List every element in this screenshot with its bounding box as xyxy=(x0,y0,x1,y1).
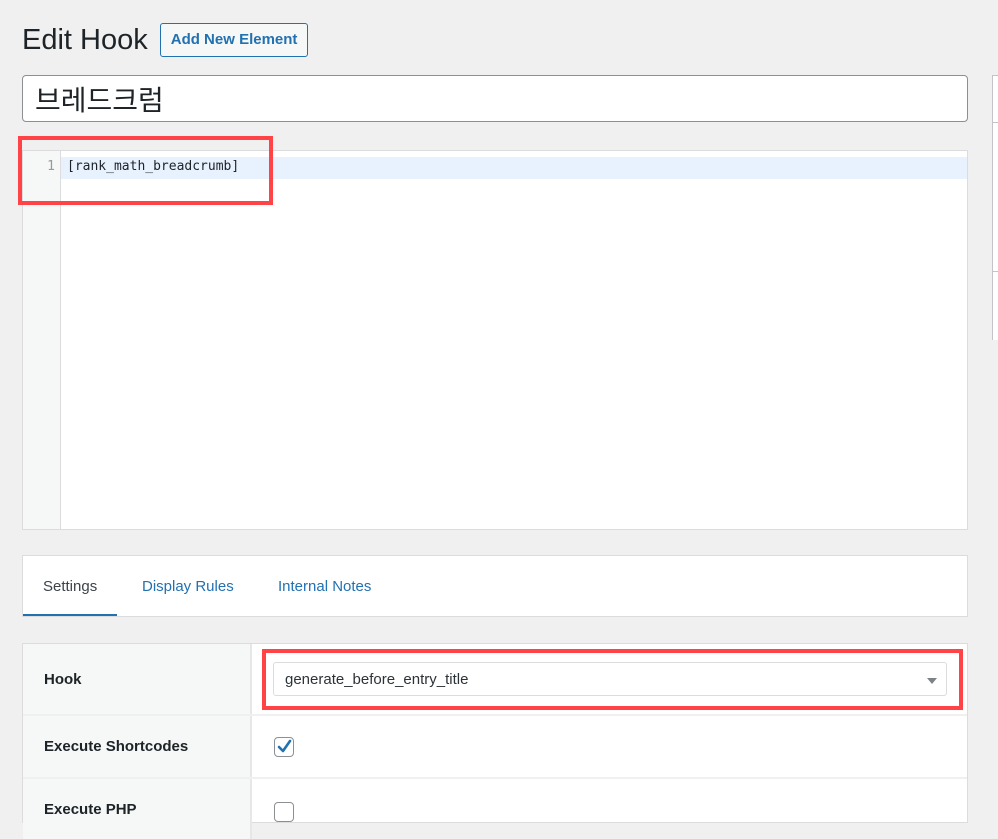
execute-shortcodes-checkbox[interactable] xyxy=(274,737,294,757)
execute-shortcodes-label: Execute Shortcodes xyxy=(23,716,252,777)
page-title: Edit Hook xyxy=(22,24,148,56)
execute-php-label: Execute PHP xyxy=(23,779,252,839)
line-number-gutter: 1 xyxy=(23,151,61,529)
execute-php-checkbox[interactable] xyxy=(274,802,294,822)
page-heading: Edit Hook Add New Element xyxy=(22,22,309,58)
tab-display-rules[interactable]: Display Rules xyxy=(122,556,254,616)
code-editor[interactable]: 1 [rank_math_breadcrumb] xyxy=(22,150,968,530)
hook-label: Hook xyxy=(23,644,252,714)
post-title-input[interactable] xyxy=(22,75,968,122)
annotation-highlight-box xyxy=(262,649,963,710)
tab-internal-notes[interactable]: Internal Notes xyxy=(258,556,391,616)
metabox-tabs: Settings Display Rules Internal Notes xyxy=(22,555,968,617)
execute-shortcodes-row: Execute Shortcodes xyxy=(23,716,967,777)
annotation-highlight-box xyxy=(18,136,273,205)
sidebar-panel-edge xyxy=(992,75,998,340)
add-new-element-button[interactable]: Add New Element xyxy=(159,23,309,57)
checkmark-icon xyxy=(277,739,292,753)
execute-php-row: Execute PHP xyxy=(23,779,967,839)
tab-settings[interactable]: Settings xyxy=(23,556,118,616)
